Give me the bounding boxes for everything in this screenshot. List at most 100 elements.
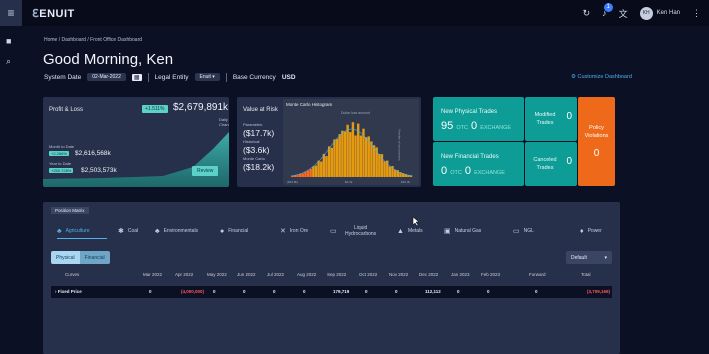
tab-ngl[interactable]: ▭ NGL [513,225,534,237]
histogram-bar [320,161,323,177]
refresh-icon[interactable]: ↻ [583,8,591,19]
translate-icon[interactable]: 文 [619,7,628,20]
tab-environmentals[interactable]: ♣ Environmentals [155,225,198,237]
value-at-risk-card: Value at Risk Parametric ($17.7k) Histor… [237,97,421,187]
column-header[interactable]: Total [581,272,591,277]
canceled-trades-tile[interactable]: Canceled Trades 0 [525,142,577,186]
column-header[interactable]: Jan 2023 [451,272,470,277]
page-title: Good Morning, Ken [43,51,174,68]
tab-power[interactable]: ♦ Power [580,225,602,237]
hamburger-menu-button[interactable]: ≡ [0,0,22,26]
column-header[interactable]: Dec 2022 [419,272,438,277]
active-tab-underline [57,238,107,239]
chevron-down-icon: ▾ [212,74,215,80]
ytd-label: Year to Date [49,161,72,166]
table-cell: (3,709,169) [587,289,611,294]
more-options-icon[interactable]: ⋮ [692,8,701,19]
toggle-physical[interactable]: Physical [51,251,80,264]
search-icon[interactable]: ⌕ [6,56,11,67]
histogram-bar [343,131,347,177]
column-header[interactable]: Forward [529,272,546,277]
legal-entity-select[interactable]: Enuit ▾ [194,73,220,81]
histogram-bar [325,156,328,177]
app-logo[interactable]: ℇENUIT [32,7,75,20]
histogram-bar [335,138,339,177]
column-header[interactable]: Nov 2022 [389,272,408,277]
histogram-bar [338,134,341,177]
tab-label: Natural Gas [454,228,482,234]
toggle-financial[interactable]: Financial [79,251,110,264]
histogram-bar [349,132,352,177]
row-label-fixed-price[interactable]: › Fixed Price [55,289,82,294]
column-header[interactable]: Aug 2022 [297,272,316,277]
histogram-bar [330,147,333,177]
new-physical-trades-tile[interactable]: New Physical Trades 95 OTC 0 EXCHANGE [433,97,524,141]
histogram-bar [346,124,349,177]
liquid-hydrocarbons-icon: ▭ [330,228,337,235]
new-physical-trades-title: New Physical Trades [441,109,498,115]
histogram-bar [354,135,357,177]
tab-financial[interactable]: ● Financial [220,225,248,237]
histogram-bar [388,166,392,177]
column-header[interactable]: Jun 2022 [237,272,256,277]
table-cell: 0 [487,289,490,294]
histogram-bar [317,160,320,177]
histogram-bar [296,175,299,177]
mtd-value: $2,616,568k [75,150,111,157]
breadcrumb: Home / Dashboard / Front Office Dashboar… [44,37,143,43]
pl-daily-change-label: Daily Change [219,117,229,127]
user-menu[interactable]: KH Ken Han [639,6,680,20]
histogram-bar [309,169,312,177]
customize-dashboard-link[interactable]: ⚙ Customize Dashboard [571,74,632,80]
calendar-icon[interactable]: ▦ [131,73,142,81]
tab-liquid-hydrocarbons[interactable]: ▭ Liquid Hydrocarbons [330,225,381,237]
notifications-bell-icon[interactable]: ♪ 1 [602,3,613,18]
tab-label: Coal [127,228,139,234]
view-select[interactable]: Default ▾ [566,251,612,264]
table-cell: 0 [213,289,216,294]
var-title: Value at Risk [243,107,278,113]
tab-iron-ore[interactable]: ✕ Iron Ore [280,225,308,237]
table-cell: 0 [457,289,460,294]
column-header[interactable]: Sep 2022 [327,272,346,277]
tab-agriculture[interactable]: ♣ Agriculture [57,225,90,237]
table-cell: (4,000,000) [181,289,205,294]
dashboard-grid-icon[interactable]: ■ [6,36,11,46]
review-button[interactable]: Review [192,166,219,176]
tab-label: Liquid Hydrocarbons [345,225,377,237]
system-date-field[interactable]: 02-Mar-2022 [87,73,126,81]
column-header[interactable]: Feb 2023 [481,272,500,277]
tab-coal[interactable]: ✱ Coal [118,225,138,237]
column-header[interactable]: Jul 2022 [267,272,284,277]
system-date-label: System Date [44,73,82,81]
metals-icon: ▲ [397,227,404,235]
natural-gas-icon: ▣ [444,228,451,235]
mtd-change-badge: +2.266% [49,151,69,156]
table-header: Curves Mar 2022 Apr 2022 May 2022 Jun 2022 Ju… [51,272,612,282]
tab-position-matrix[interactable]: Position Matrix [51,207,89,214]
coal-icon: ✱ [118,228,124,235]
histogram-bar [306,170,310,177]
divider [225,72,227,82]
pl-value: $2,679,891k [173,102,229,113]
tab-natural-gas[interactable]: ▣ Natural Gas [444,225,481,237]
avatar: KH [639,6,653,20]
new-financial-trades-tile[interactable]: New Financial Trades 0 OTC 0 EXCHANGE [433,142,524,186]
modified-trades-tile[interactable]: Modified Trades 0 [525,97,577,141]
left-rail: ■ ⌕ [0,26,22,354]
column-header[interactable]: May 2022 [207,272,227,277]
agriculture-icon: ♣ [57,227,62,235]
policy-violations-tile[interactable]: Policy Violations 0 [578,97,615,186]
chevron-down-icon: ▾ [604,254,607,261]
ytd-change-badge: +250.728% [49,168,74,173]
histogram-bar [333,139,336,177]
table-cell: 0 [303,289,306,294]
histogram-bar [312,166,315,177]
table-row[interactable]: › Fixed Price 0 (4,000,000) 0 0 0 0 179,719 0 0 11… [51,286,612,298]
histogram-bar [327,146,331,177]
parametric-value: ($17.7k) [243,128,275,138]
histogram-x-mid: $0.4k [345,180,353,184]
column-header[interactable]: Apr 2022 [175,272,193,277]
column-header[interactable]: Oct 2022 [359,272,377,277]
column-header[interactable]: Mar 2022 [143,272,162,277]
